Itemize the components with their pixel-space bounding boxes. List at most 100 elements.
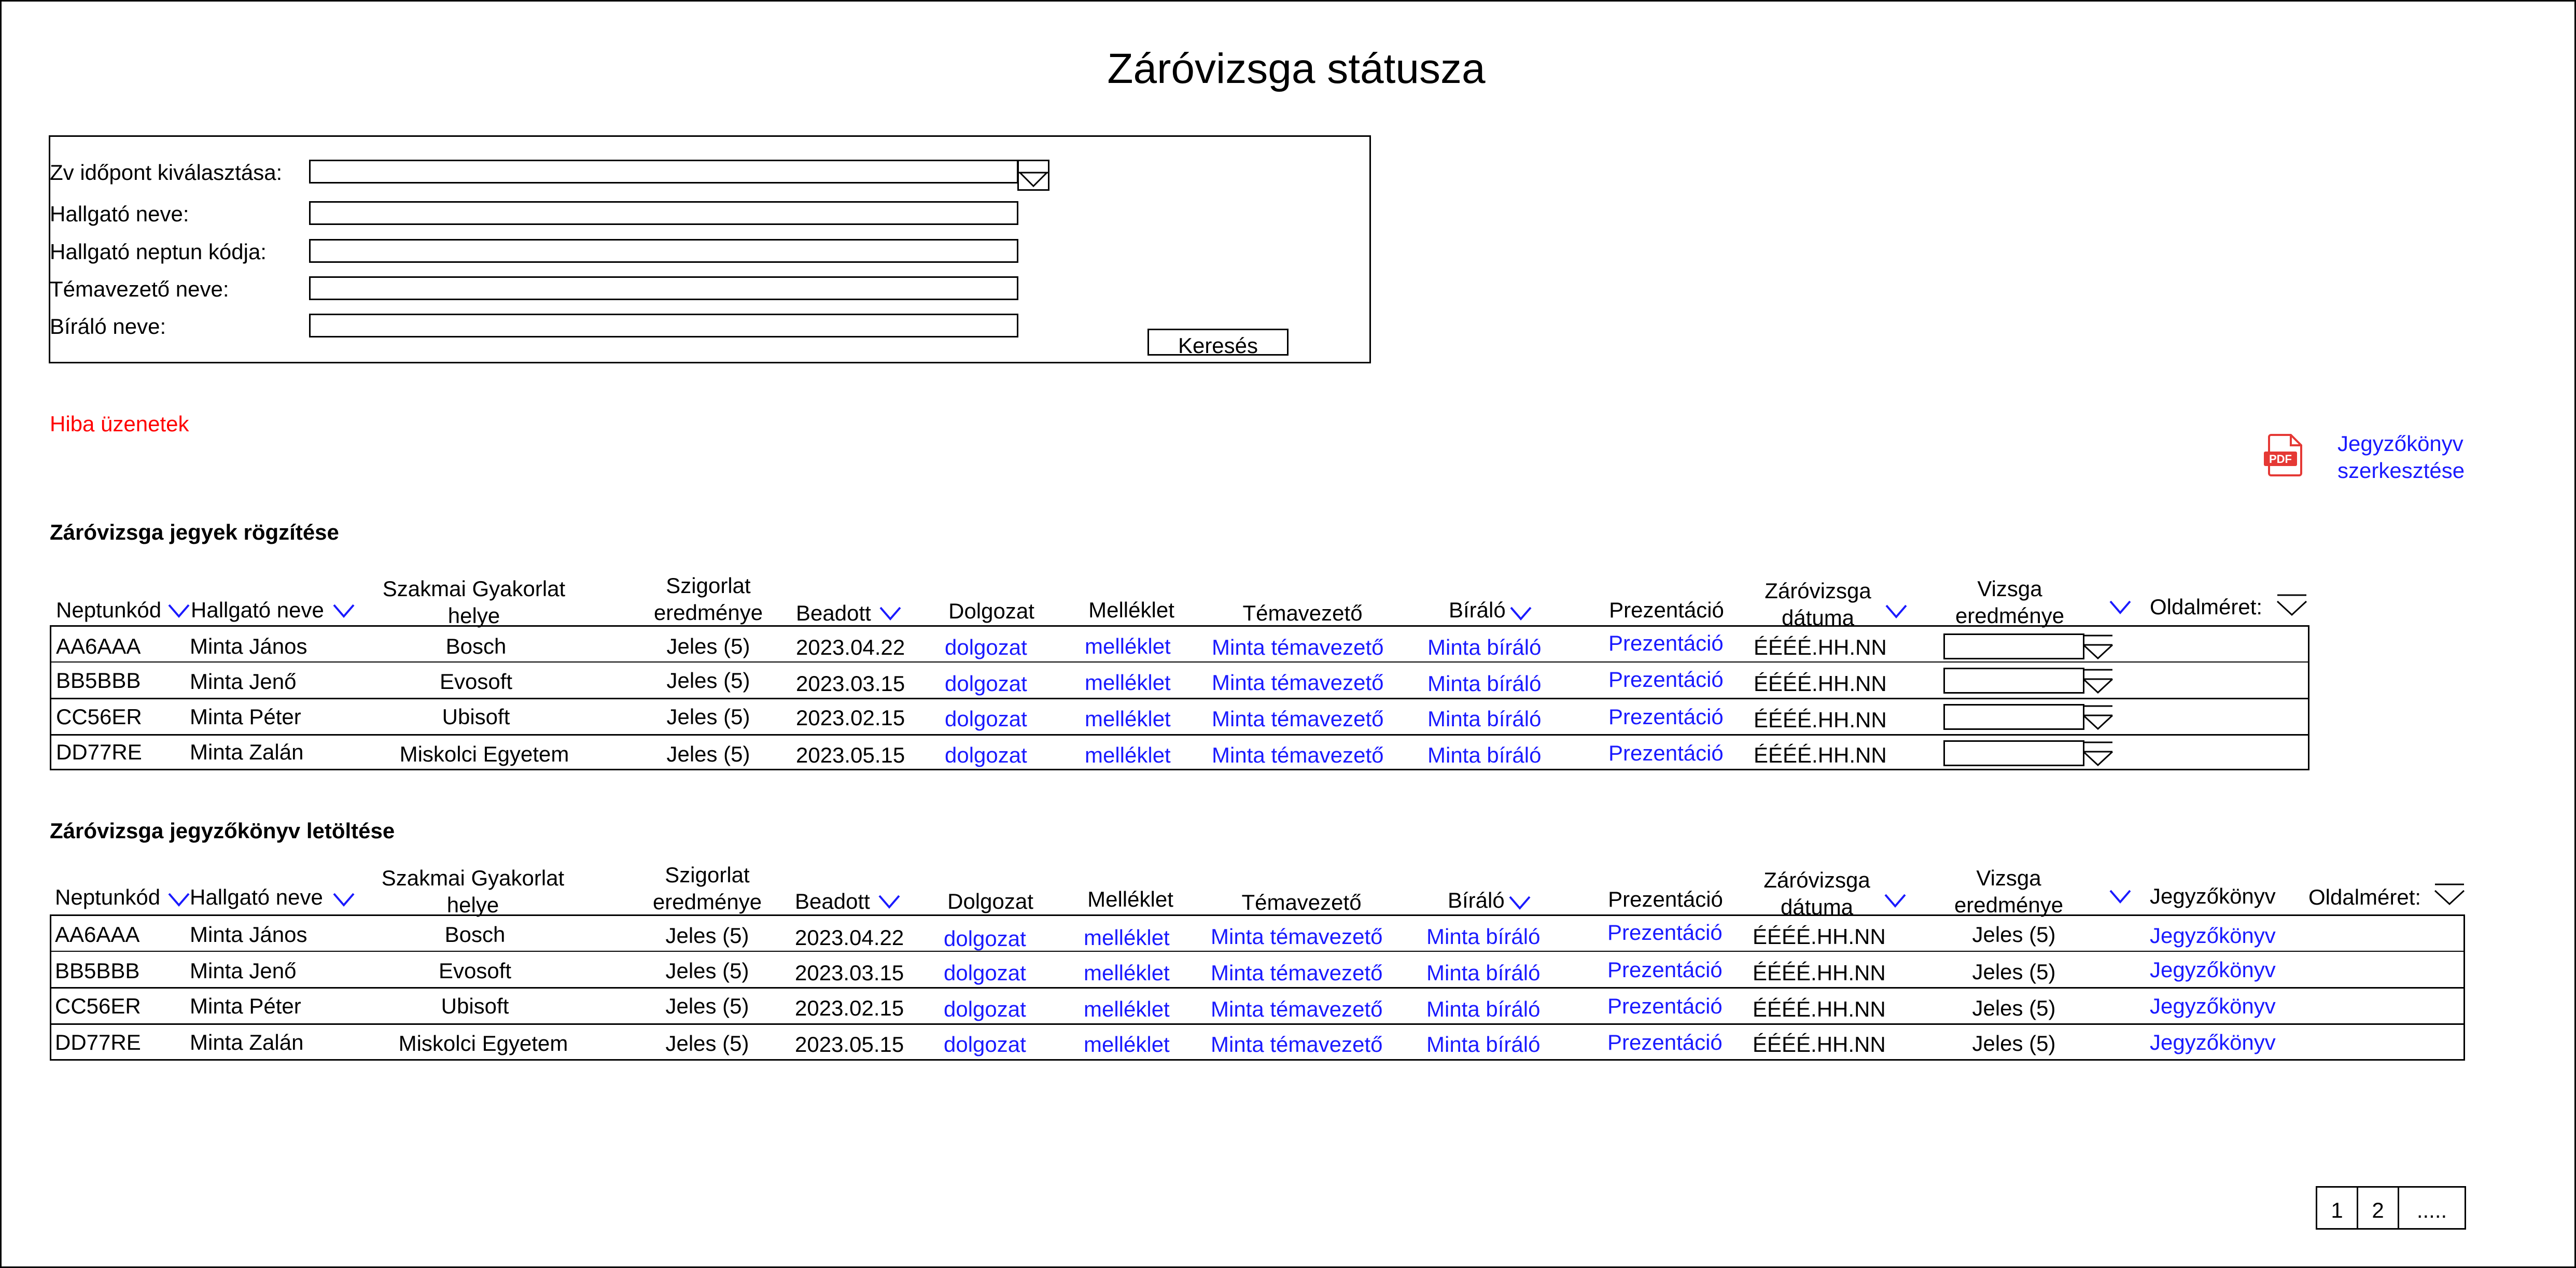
s1-thesis-link[interactable]: dolgozat [945, 744, 1027, 766]
s2-presentation-link[interactable]: Prezentáció [1607, 922, 1723, 943]
s1-result-select[interactable] [1943, 668, 2084, 694]
s1-thesis-link[interactable]: dolgozat [945, 637, 1027, 658]
s1-cell-neptun: BB5BBB [56, 668, 141, 693]
s2-protocol-link[interactable]: Jegyzőkönyv [2150, 959, 2276, 981]
s2-attachment-link[interactable]: melléklet [1084, 962, 1170, 984]
s2-thesis-link[interactable]: dolgozat [944, 998, 1026, 1020]
s1-supervisor-link[interactable]: Minta témavezető [1212, 637, 1384, 658]
s2-cell-submitted: 2023.03.15 [795, 961, 904, 985]
s2-page-size-dropdown-triangle-icon[interactable] [2434, 881, 2465, 907]
s1-presentation-link[interactable]: Prezentáció [1608, 742, 1724, 764]
s1-result-dropdown-triangle-icon[interactable] [2082, 704, 2113, 730]
s1-presentation-link[interactable]: Prezentáció [1608, 632, 1724, 654]
s1-sort-submitted-chevron-down-icon[interactable] [878, 604, 902, 622]
s1-sort-result-chevron-down-icon[interactable] [2108, 598, 2132, 616]
s2-attachment-link[interactable]: melléklet [1084, 927, 1170, 949]
date-label: Zv időpont kiválasztása: [50, 160, 283, 185]
s2-supervisor-link[interactable]: Minta témavezető [1211, 962, 1383, 984]
s1-sort-name-chevron-down-icon[interactable] [332, 602, 356, 619]
s2-row-divider [50, 1023, 2465, 1025]
s1-cell-neptun: DD77RE [56, 740, 142, 764]
protocol-edit-link[interactable]: Jegyzőkönyv szerkesztése [2337, 430, 2465, 484]
s2-presentation-link[interactable]: Prezentáció [1607, 1032, 1723, 1053]
s2-thesis-link[interactable]: dolgozat [944, 928, 1026, 950]
s2-protocol-link[interactable]: Jegyzőkönyv [2150, 995, 2276, 1017]
s2-sort-submitted-chevron-down-icon[interactable] [877, 893, 901, 910]
s1-reviewer-link[interactable]: Minta bíráló [1427, 637, 1541, 658]
s2-reviewer-link[interactable]: Minta bíráló [1426, 998, 1540, 1020]
s1-result-dropdown-triangle-icon[interactable] [2082, 633, 2113, 659]
s2-thesis-link[interactable]: dolgozat [944, 1034, 1026, 1055]
s2-cell-result: Jeles (5) [1972, 960, 2056, 984]
supervisor-name-label: Témavezető neve: [50, 277, 229, 301]
s1-attachment-link[interactable]: melléklet [1085, 636, 1171, 657]
s2-cell-neptun: BB5BBB [55, 959, 140, 983]
s2-header-date: Záróvizsga dátuma [1763, 867, 1870, 921]
page-1-button[interactable]: 1 [2316, 1186, 2358, 1230]
s1-row-divider [50, 698, 2309, 699]
section2-title: Záróvizsga jegyzőkönyv letöltése [50, 819, 395, 843]
s2-sort-reviewer-chevron-down-icon[interactable] [1508, 894, 1532, 911]
s2-supervisor-link[interactable]: Minta témavezető [1211, 926, 1383, 948]
s1-thesis-link[interactable]: dolgozat [945, 708, 1027, 730]
s2-cell-date: ÉÉÉÉ.HH.NN [1753, 997, 1886, 1021]
s2-presentation-link[interactable]: Prezentáció [1607, 995, 1723, 1017]
s2-attachment-link[interactable]: melléklet [1084, 998, 1170, 1020]
s1-result-select[interactable] [1943, 633, 2084, 659]
s1-presentation-link[interactable]: Prezentáció [1608, 669, 1724, 691]
s2-protocol-link[interactable]: Jegyzőkönyv [2150, 925, 2276, 947]
exam-date-dropdown-button[interactable] [1017, 160, 1049, 191]
exam-date-select[interactable] [309, 160, 1018, 184]
s2-sort-name-chevron-down-icon[interactable] [332, 891, 356, 908]
s1-sort-date-chevron-down-icon[interactable] [1884, 602, 1908, 620]
s1-result-dropdown-triangle-icon[interactable] [2082, 740, 2113, 766]
s2-row-divider [50, 951, 2465, 952]
s2-sort-result-chevron-down-icon[interactable] [2108, 887, 2132, 905]
s1-reviewer-link[interactable]: Minta bíráló [1427, 673, 1541, 695]
s1-thesis-link[interactable]: dolgozat [945, 673, 1027, 695]
s1-presentation-link[interactable]: Prezentáció [1608, 706, 1724, 728]
s2-cell-grade: Jeles (5) [665, 959, 749, 983]
s2-cell-result: Jeles (5) [1972, 1031, 2056, 1055]
s2-sort-neptun-chevron-down-icon[interactable] [167, 891, 191, 908]
s1-attachment-link[interactable]: melléklet [1085, 708, 1171, 730]
protocol-edit-line1: Jegyzőkönyv [2337, 431, 2463, 456]
s1-header-internship: Szakmai Gyakorlat helye [383, 575, 565, 629]
s2-cell-internship: Bosch [444, 922, 506, 947]
s1-reviewer-link[interactable]: Minta bíráló [1427, 708, 1541, 730]
more-pages-button[interactable]: ..... [2398, 1186, 2466, 1230]
s1-sort-reviewer-chevron-down-icon[interactable] [1509, 604, 1533, 622]
s2-supervisor-link[interactable]: Minta témavezető [1211, 1034, 1383, 1055]
s1-supervisor-link[interactable]: Minta témavezető [1212, 672, 1384, 694]
s2-reviewer-link[interactable]: Minta bíráló [1426, 962, 1540, 984]
student-name-input[interactable] [309, 201, 1018, 225]
s1-page-size-dropdown-triangle-icon[interactable] [2276, 592, 2307, 618]
s2-presentation-link[interactable]: Prezentáció [1607, 959, 1723, 981]
s2-thesis-link[interactable]: dolgozat [944, 962, 1026, 984]
pdf-icon[interactable]: PDF [2264, 433, 2305, 476]
s1-supervisor-link[interactable]: Minta témavezető [1212, 744, 1384, 766]
s2-protocol-link[interactable]: Jegyzőkönyv [2150, 1032, 2276, 1053]
s1-attachment-link[interactable]: melléklet [1085, 744, 1171, 766]
s1-result-dropdown-triangle-icon[interactable] [2082, 668, 2113, 694]
s2-supervisor-link[interactable]: Minta témavezető [1211, 998, 1383, 1020]
s1-result-select[interactable] [1943, 704, 2084, 730]
s2-reviewer-link[interactable]: Minta bíráló [1426, 1034, 1540, 1055]
supervisor-name-input[interactable] [309, 276, 1018, 300]
s2-reviewer-link[interactable]: Minta bíráló [1426, 926, 1540, 948]
s2-sort-date-chevron-down-icon[interactable] [1883, 892, 1907, 909]
s2-attachment-link[interactable]: melléklet [1084, 1034, 1170, 1055]
s2-cell-date: ÉÉÉÉ.HH.NN [1753, 961, 1886, 985]
s2-cell-internship: Ubisoft [441, 994, 509, 1018]
reviewer-name-input[interactable] [309, 314, 1018, 337]
s2-cell-name: Minta Péter [190, 994, 301, 1018]
s1-sort-neptun-chevron-down-icon[interactable] [167, 602, 191, 619]
page-2-button[interactable]: 2 [2357, 1186, 2399, 1230]
s1-reviewer-link[interactable]: Minta bíráló [1427, 744, 1541, 766]
s1-attachment-link[interactable]: melléklet [1085, 672, 1171, 694]
s2-cell-result: Jeles (5) [1972, 996, 2056, 1020]
neptun-code-input[interactable] [309, 239, 1018, 263]
search-button[interactable]: Keresés [1147, 329, 1289, 358]
s1-result-select[interactable] [1943, 740, 2084, 766]
s1-supervisor-link[interactable]: Minta témavezető [1212, 708, 1384, 730]
